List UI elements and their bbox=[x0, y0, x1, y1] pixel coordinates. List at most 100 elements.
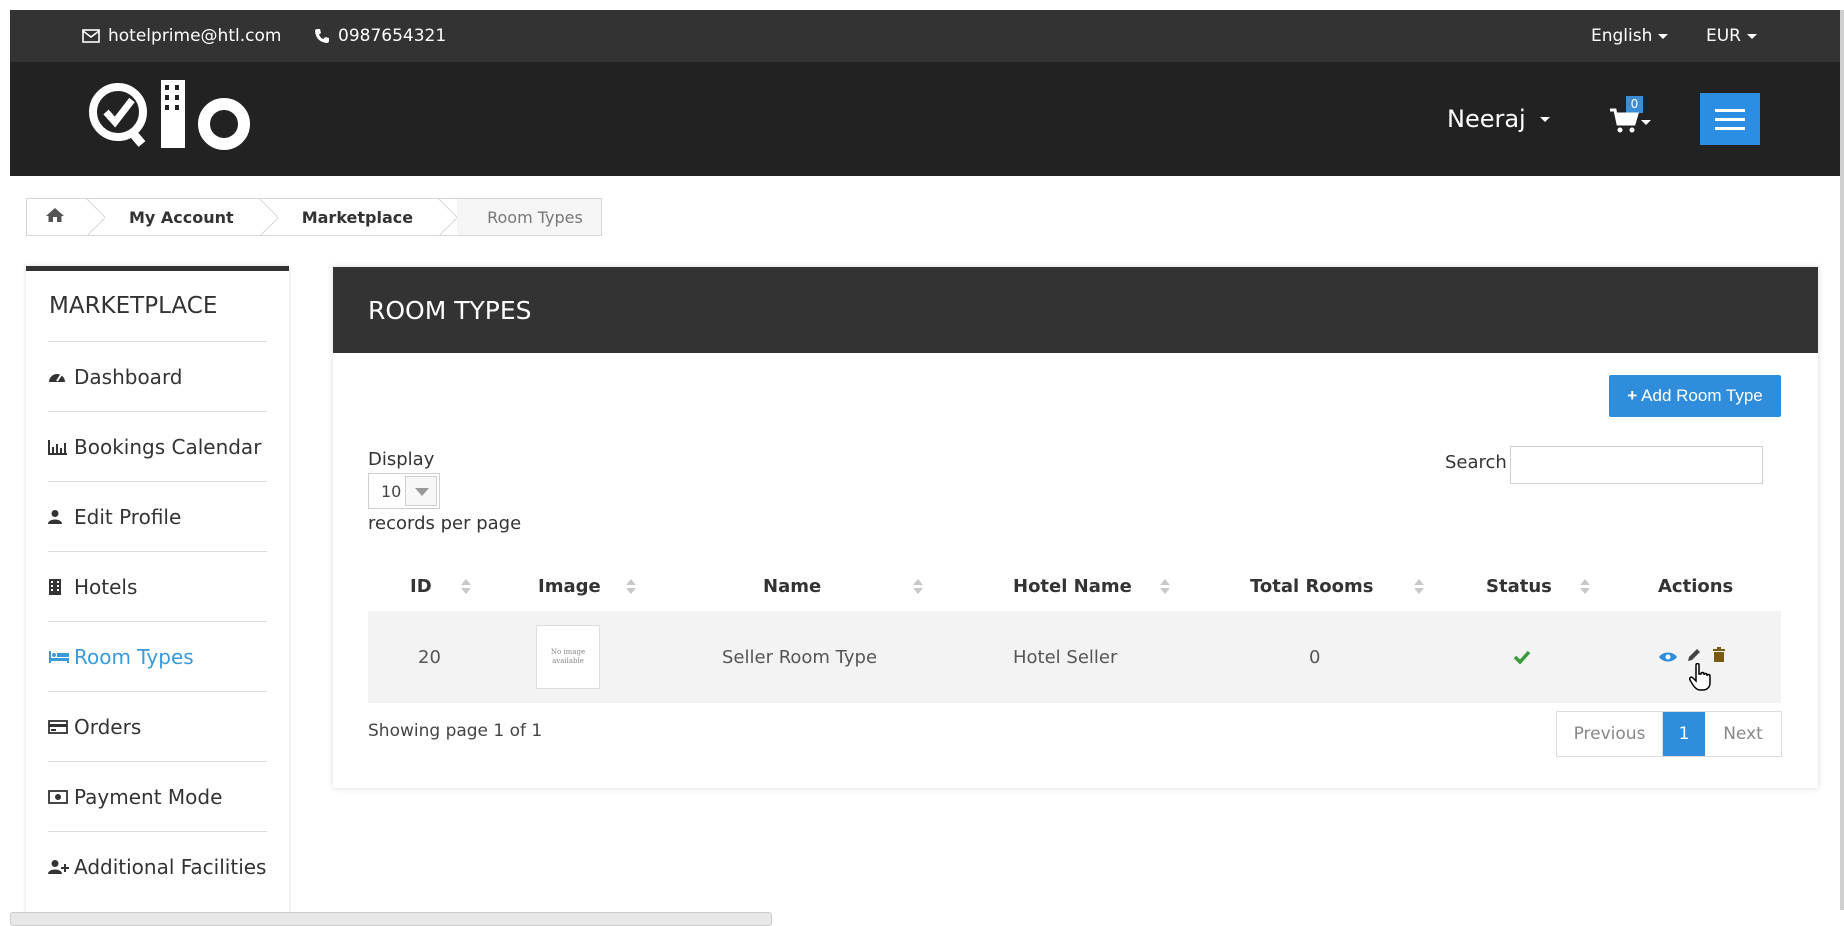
column-header-label: Hotel Name bbox=[1013, 575, 1132, 597]
page-title: ROOM TYPES bbox=[333, 267, 1818, 353]
sidebar-item-bookings-calendar[interactable]: Bookings Calendar bbox=[48, 411, 267, 481]
cell-id: 20 bbox=[418, 646, 441, 668]
home-icon bbox=[45, 207, 65, 227]
column-header-label: Image bbox=[538, 575, 601, 597]
sidebar-item-edit-profile[interactable]: Edit Profile bbox=[48, 481, 267, 551]
column-header-image[interactable]: Image bbox=[538, 561, 601, 611]
column-header-label: Total Rooms bbox=[1250, 575, 1374, 597]
phone-text: 0987654321 bbox=[338, 26, 447, 46]
next-page-button[interactable]: Next bbox=[1705, 712, 1781, 756]
qlo-logo[interactable] bbox=[84, 72, 274, 168]
user-name: Neeraj bbox=[1447, 105, 1526, 133]
currency-dropdown[interactable]: EUR bbox=[1706, 10, 1757, 62]
page-scrollbar[interactable] bbox=[1840, 10, 1844, 910]
credit-card-icon bbox=[48, 719, 70, 735]
table-row: 20 No image available Seller Room Type H… bbox=[368, 611, 1781, 703]
email-contact[interactable]: hotelprime@htl.com bbox=[82, 10, 281, 62]
breadcrumb-separator bbox=[258, 199, 278, 235]
search-label: Search bbox=[1445, 452, 1507, 473]
column-header-label: Name bbox=[763, 575, 822, 597]
column-header-name[interactable]: Name bbox=[763, 561, 821, 611]
table-header: ID Image Name Hotel Name Total Rooms Sta… bbox=[368, 561, 1781, 611]
hamburger-icon bbox=[1715, 108, 1745, 112]
column-header-label: Status bbox=[1486, 575, 1552, 597]
records-per-page-value: 10 bbox=[381, 482, 402, 501]
sidebar-item-room-types[interactable]: Room Types bbox=[48, 621, 267, 691]
email-text: hotelprime@htl.com bbox=[108, 26, 282, 46]
delete-icon bbox=[1712, 646, 1726, 668]
sort-icon[interactable] bbox=[1414, 579, 1424, 595]
no-image-text: No image available bbox=[550, 648, 586, 665]
chevron-down-icon bbox=[405, 476, 437, 506]
add-room-type-label: Add Room Type bbox=[1641, 386, 1763, 405]
dashboard-icon bbox=[48, 369, 70, 385]
sidebar-item-label: Room Types bbox=[74, 644, 194, 669]
sidebar-item-label: Dashboard bbox=[74, 364, 183, 389]
search-input[interactable] bbox=[1510, 446, 1763, 484]
chevron-down-icon bbox=[1539, 116, 1550, 122]
sidebar-item-orders[interactable]: Orders bbox=[48, 691, 267, 761]
pagination: Previous 1 Next bbox=[1556, 711, 1782, 757]
sort-icon[interactable] bbox=[461, 579, 471, 595]
sidebar-item-dashboard[interactable]: Dashboard bbox=[48, 341, 267, 411]
breadcrumb-separator bbox=[85, 199, 105, 235]
sidebar-item-label: Bookings Calendar bbox=[74, 434, 262, 459]
breadcrumb-separator bbox=[437, 199, 457, 235]
sidebar-item-additional-facilities[interactable]: Additional Facilities bbox=[48, 831, 267, 901]
cart-button[interactable]: 0 bbox=[1607, 96, 1663, 142]
breadcrumb-marketplace[interactable]: Marketplace bbox=[278, 199, 437, 235]
display-label: Display bbox=[368, 449, 435, 470]
phone-icon bbox=[314, 28, 330, 44]
marketplace-sidebar: MARKETPLACE Dashboard Bookings Calendar … bbox=[26, 266, 289, 922]
room-image-thumbnail: No image available bbox=[536, 625, 600, 689]
breadcrumb-my-account[interactable]: My Account bbox=[105, 199, 258, 235]
breadcrumb-room-types: Room Types bbox=[457, 199, 601, 235]
previous-page-button[interactable]: Previous bbox=[1557, 712, 1663, 756]
add-room-type-button[interactable]: + Add Room Type bbox=[1609, 375, 1781, 417]
view-button[interactable] bbox=[1658, 611, 1678, 703]
bed-icon bbox=[48, 650, 70, 664]
pagination-info: Showing page 1 of 1 bbox=[368, 721, 543, 741]
hand-cursor-icon bbox=[1688, 631, 1712, 723]
column-header-total-rooms[interactable]: Total Rooms bbox=[1250, 561, 1374, 611]
sort-icon[interactable] bbox=[626, 579, 636, 595]
bar-chart-icon bbox=[48, 439, 70, 455]
chevron-down-icon bbox=[1658, 33, 1669, 39]
sidebar-item-label: Edit Profile bbox=[74, 504, 182, 529]
phone-contact[interactable]: 0987654321 bbox=[314, 10, 446, 62]
sidebar-item-payment-mode[interactable]: Payment Mode bbox=[48, 761, 267, 831]
language-label: English bbox=[1591, 26, 1653, 46]
page-1-button[interactable]: 1 bbox=[1663, 712, 1705, 756]
sidebar-item-label: Payment Mode bbox=[74, 784, 223, 809]
hamburger-bar bbox=[1715, 117, 1745, 121]
money-icon bbox=[48, 789, 70, 804]
user-icon bbox=[48, 509, 70, 525]
plus-icon: + bbox=[1627, 386, 1638, 405]
sort-icon[interactable] bbox=[913, 579, 923, 595]
records-per-page-label: records per page bbox=[368, 513, 522, 534]
user-menu[interactable]: Neeraj bbox=[1447, 62, 1550, 176]
column-header-status[interactable]: Status bbox=[1486, 561, 1552, 611]
building-icon bbox=[48, 578, 70, 596]
sidebar-item-hotels[interactable]: Hotels bbox=[48, 551, 267, 621]
delete-button[interactable] bbox=[1712, 611, 1726, 703]
breadcrumb: My Account Marketplace Room Types bbox=[26, 198, 602, 236]
sort-icon[interactable] bbox=[1580, 579, 1590, 595]
chevron-down-icon bbox=[1641, 120, 1651, 125]
hamburger-menu-button[interactable] bbox=[1700, 93, 1760, 145]
column-header-actions: Actions bbox=[1658, 561, 1733, 611]
chevron-down-icon bbox=[1747, 33, 1757, 39]
envelope-icon bbox=[82, 29, 100, 43]
check-icon bbox=[1513, 611, 1531, 703]
records-per-page-select[interactable]: 10 bbox=[368, 473, 440, 509]
sort-icon[interactable] bbox=[1160, 579, 1170, 595]
sidebar-item-label: Orders bbox=[74, 714, 142, 739]
language-dropdown[interactable]: English bbox=[1591, 10, 1669, 62]
column-header-label: Actions bbox=[1658, 575, 1734, 597]
breadcrumb-home[interactable] bbox=[27, 199, 85, 235]
currency-label: EUR bbox=[1706, 26, 1741, 46]
column-header-id[interactable]: ID bbox=[410, 561, 432, 611]
hamburger-bar bbox=[1715, 126, 1745, 130]
column-header-hotel-name[interactable]: Hotel Name bbox=[1013, 561, 1132, 611]
cell-total-rooms: 0 bbox=[1309, 646, 1321, 668]
